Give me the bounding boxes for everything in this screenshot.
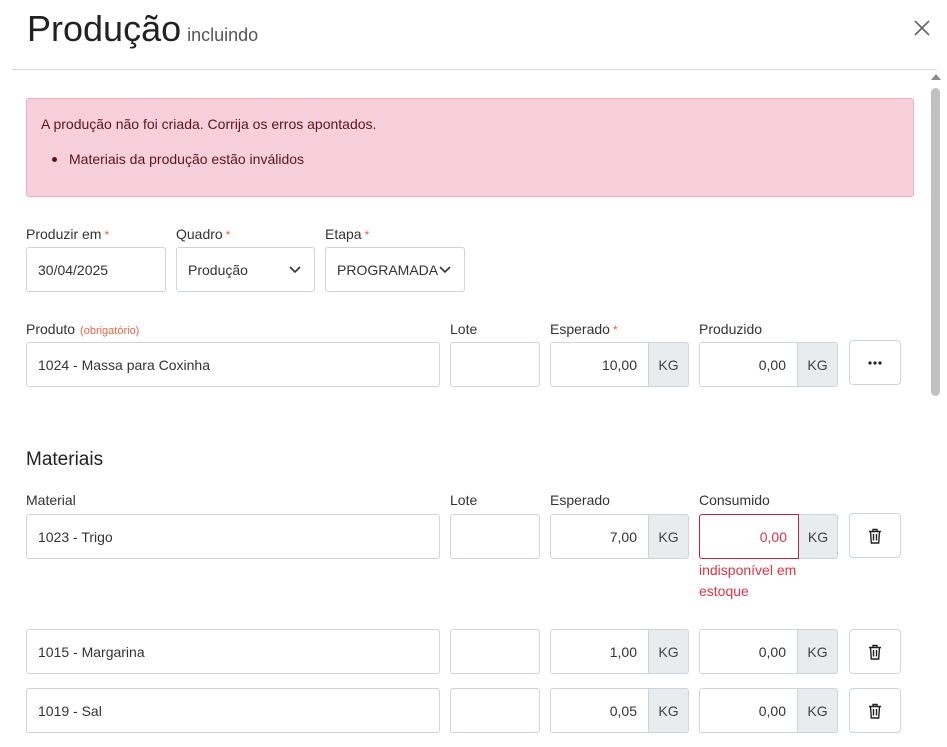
material-consumido-unit: KG [799,514,838,559]
material-esperado-input[interactable]: 1,00 [550,629,649,674]
alert-message: A produção não foi criada. Corrija os er… [41,116,377,132]
produzido-input[interactable]: 0,00 [699,342,798,387]
more-options-button[interactable] [849,340,901,385]
material-consumido-value: 0,00 [758,702,786,719]
material-esperado-unit: KG [649,629,689,674]
material-esperado-unit: KG [649,514,689,559]
delete-material-button[interactable] [849,513,901,558]
material-consumido-value: 0,00 [759,528,787,545]
close-icon [914,20,930,36]
title-subtitle: incluindo [187,25,259,45]
trash-icon [869,528,881,544]
material-esperado-value: 7,00 [609,528,637,545]
alert-bullet [52,157,57,162]
material-consumido-input[interactable]: 0,00 [699,629,798,674]
material-lote-input[interactable] [450,629,540,674]
produzido-value: 0,00 [758,356,786,373]
material-value: 1019 - Sal [38,702,102,719]
delete-material-button[interactable] [849,629,901,674]
quadro-label: Quadro * [176,226,231,242]
trash-icon [869,703,881,719]
lote-header: Lote [450,492,478,508]
lote-label: Lote [450,321,478,337]
material-consumido-input[interactable]: 0,00 [699,514,799,559]
material-lote-input[interactable] [450,688,540,733]
material-input[interactable]: 1015 - Margarina [26,629,440,674]
lote-input[interactable] [450,342,540,387]
error-alert: A produção não foi criada. Corrija os er… [26,98,914,197]
material-esperado-value: 1,00 [609,643,637,660]
scroll-up-arrow[interactable] [931,74,941,80]
material-header: Material [26,492,76,508]
alert-item: Materiais da produção estão inválidos [69,151,305,167]
esperado-input[interactable]: 10,00 [550,342,649,387]
quadro-select[interactable]: Produção [176,247,315,292]
material-input[interactable]: 1023 - Trigo [26,514,440,559]
esperado-label: Esperado * [550,321,618,337]
material-consumido-input[interactable]: 0,00 [699,688,798,733]
produto-label: Produto (obrigatório) [26,321,140,337]
etapa-value: PROGRAMADA [337,261,439,278]
material-input[interactable]: 1019 - Sal [26,688,440,733]
chevron-down-icon [289,266,301,274]
material-consumido-unit: KG [798,629,838,674]
etapa-label: Etapa * [325,226,370,242]
chevron-down-icon [439,266,451,274]
material-esperado-input[interactable]: 7,00 [550,514,649,559]
trash-icon [869,644,881,660]
material-consumido-value: 0,00 [758,643,786,660]
material-consumido-unit: KG [798,688,838,733]
produzir-em-label: Produzir em * [26,226,110,242]
produto-value: 1024 - Massa para Coxinha [38,356,210,373]
close-button[interactable] [910,16,934,40]
produzir-em-input[interactable]: 30/04/2025 [26,247,166,292]
material-esperado-unit: KG [649,688,689,733]
esperado-unit: KG [649,342,689,387]
material-esperado-value: 0,05 [609,702,637,719]
produzido-label: Produzido [699,321,763,337]
scroll-thumb[interactable] [931,88,940,396]
header-divider [12,69,937,70]
material-esperado-input[interactable]: 0,05 [550,688,649,733]
quadro-value: Produção [188,261,248,278]
etapa-select[interactable]: PROGRAMADA [325,247,465,292]
consumido-header: Consumido [699,492,770,508]
produto-input[interactable]: 1024 - Massa para Coxinha [26,342,440,387]
modal-header: Produção incluindo [0,0,947,70]
esperado-value: 10,00 [601,356,637,373]
materiais-title: Materiais [26,449,104,470]
produzir-em-value: 30/04/2025 [38,261,109,278]
produzido-unit: KG [798,342,838,387]
material-value: 1015 - Margarina [38,643,145,660]
consumido-error-text: indisponível em estoque [699,562,797,599]
scrollbar[interactable] [929,72,943,747]
title-text: Produção [27,8,182,49]
esperado-header: Esperado [550,492,610,508]
ellipsis-icon [868,360,882,365]
delete-material-button[interactable] [849,688,901,733]
material-lote-input[interactable] [450,514,540,559]
page-title: Produção incluindo [27,8,258,50]
material-value: 1023 - Trigo [38,528,113,545]
